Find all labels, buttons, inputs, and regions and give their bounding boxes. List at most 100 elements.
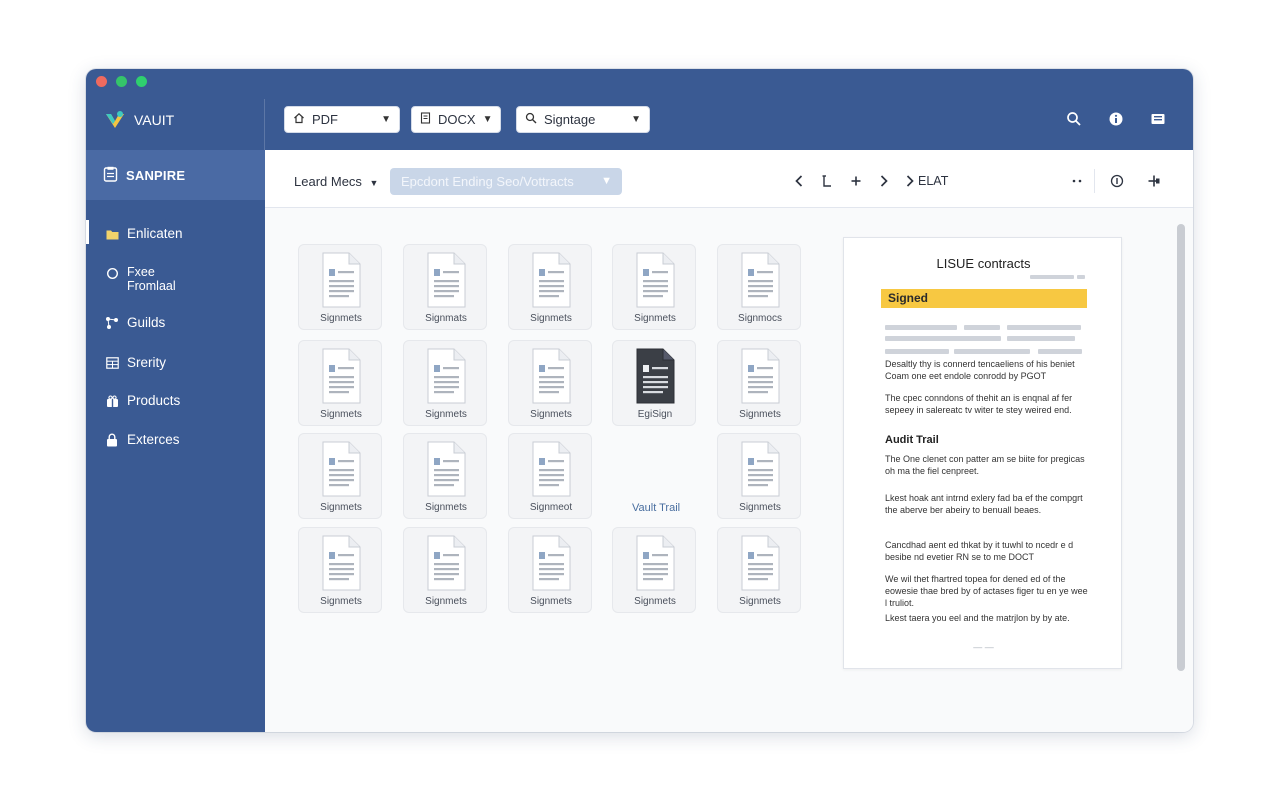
file-tile[interactable]: Signmeot [508,433,592,519]
window-controls [96,76,147,87]
sidebar-item-srerity[interactable]: Srerity [86,355,265,370]
forward-button[interactable] [879,172,889,190]
file-name: Signmets [320,409,362,420]
pin-button[interactable] [1147,172,1161,190]
file-tile[interactable]: Signmets [612,527,696,613]
sidebar-item-fxee[interactable]: Fxee Fromlaal [86,265,265,293]
scrollbar-thumb[interactable] [1177,224,1185,671]
file-tile[interactable]: Signmats [403,244,487,330]
clipboard-icon [103,166,118,185]
vault-trail-caption[interactable]: Vault Trail [632,502,680,514]
format-pdf-dropdown[interactable]: PDF ▼ [284,106,400,133]
sidebar-header-label: SANPIRE [126,167,186,183]
signature-dropdown[interactable]: Signtage ▼ [516,106,650,133]
file-tile[interactable]: Signmets [508,340,592,426]
placeholder-line [1077,275,1085,279]
chevron-down-icon: ▼ [631,114,641,125]
format-docx-dropdown[interactable]: DOCX ▼ [411,106,501,133]
file-tile[interactable]: Signmets [508,244,592,330]
view-toolbar: Leard Mecs ▼ Epcdont Ending Seo/Vottract… [265,150,1193,208]
scrollbar[interactable] [1175,214,1185,727]
nav-text: ELAT [918,174,949,188]
file-tile[interactable]: Signmets [612,244,696,330]
search-icon[interactable] [1065,110,1083,128]
file-tile[interactable]: Signmets [717,340,801,426]
file-name: Signmets [425,596,467,607]
preview-heading: Audit Trail [885,434,939,446]
next-section-button[interactable]: ELAT [905,172,948,190]
minimize-window-button[interactable] [116,76,127,87]
file-tile[interactable]: Signmets [508,527,592,613]
file-name: Signmats [425,313,467,324]
document-icon [322,348,361,404]
vault-logo-icon [104,109,126,131]
file-tile[interactable]: Signmets [298,340,382,426]
placeholder-line [1038,349,1082,354]
app-window: VAUIT PDF ▼ DOCX ▼ Signtage ▼ SANPIRE En… [86,69,1193,732]
file-tile[interactable]: Signmocs [717,244,801,330]
app-name: VAUIT [134,112,175,128]
close-window-button[interactable] [96,76,107,87]
maximize-window-button[interactable] [136,76,147,87]
sidebar-item-products[interactable]: Products [86,393,265,408]
file-name: Signmeot [529,502,573,513]
file-name: Signmets [530,409,572,420]
document-icon [427,252,466,308]
dropdown-label: Signtage [544,112,596,127]
file-tile[interactable]: Signmets [403,527,487,613]
ellipsis-icon [1072,179,1082,183]
file-name: Signmets [739,596,781,607]
document-icon [741,535,780,591]
file-tile[interactable]: Signmets [403,433,487,519]
back-button[interactable] [794,172,804,190]
file-name: Signmets [634,596,676,607]
document-icon [322,535,361,591]
file-name: Signmets [530,313,572,324]
app-brand[interactable]: VAUIT [104,109,174,131]
chevron-down-icon: ▼ [381,114,391,125]
placeholder-line [885,349,949,354]
document-icon [420,112,431,127]
chevron-right-icon [880,175,888,187]
placeholder-line [1030,275,1074,279]
file-tile[interactable]: Signmets [298,527,382,613]
file-name: Signmets [425,409,467,420]
preview-paragraph: We wil thet fhartred topea for dened ed … [885,574,1088,608]
filter-label: Epcdont Ending Seo/Vottracts [401,174,574,189]
sort-dropdown[interactable]: Leard Mecs ▼ [294,174,378,189]
file-tile[interactable]: Signmets [298,244,382,330]
info-icon[interactable] [1107,110,1125,128]
placeholder-line [1007,325,1081,330]
file-tile[interactable]: Signmets [403,340,487,426]
document-icon [741,441,780,497]
sidebar-item-exterces[interactable]: Exterces [86,432,265,447]
page-icon [822,175,831,187]
search-icon [525,112,537,127]
document-icon [636,252,675,308]
info-button[interactable] [1110,172,1124,190]
file-tile[interactable]: Signmets [298,433,382,519]
sort-label: Leard Mecs [294,174,362,189]
more-button[interactable] [1071,172,1083,190]
file-tile[interactable]: EgiSign [612,340,696,426]
gift-icon [105,394,119,408]
page-button[interactable] [821,172,833,190]
preview-paragraph: Cancdhad aent ed thkat by it tuwhl to nc… [885,540,1074,562]
sidebar-item-guilds[interactable]: Guilds [86,315,265,330]
sidebar-header[interactable]: SANPIRE [86,150,265,200]
document-icon [532,348,571,404]
file-name: EgiSign [637,409,673,420]
placeholder-line [954,349,1030,354]
pin-icon [1148,175,1160,187]
document-icon [741,348,780,404]
file-tile[interactable]: Signmets [717,433,801,519]
file-name: Signmets [320,596,362,607]
document-preview: LISUE contracts Signed Desaltly thy is c… [843,237,1122,669]
info-icon [1110,174,1124,188]
sidebar-item-enlicaten[interactable]: Enlicaten [86,226,265,241]
add-button[interactable] [850,172,862,190]
inbox-icon[interactable] [1149,110,1167,128]
file-name: Signmets [530,596,572,607]
file-tile[interactable]: Signmets [717,527,801,613]
filter-dropdown[interactable]: Epcdont Ending Seo/Vottracts ▼ [390,168,622,195]
